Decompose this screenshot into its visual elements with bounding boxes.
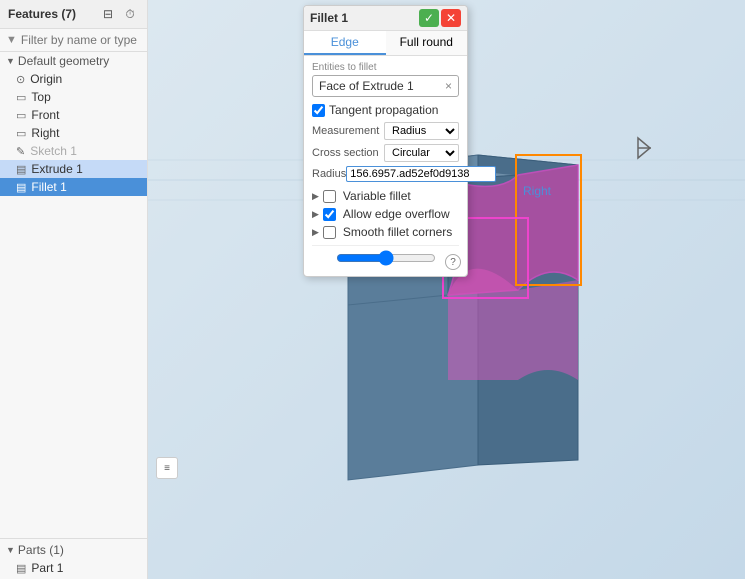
entities-value: Face of Extrude 1 (319, 79, 414, 93)
tree-item-origin[interactable]: ⊙ Origin (0, 70, 147, 88)
tree-item-part1[interactable]: ▤ Part 1 (0, 559, 147, 577)
tab-edge[interactable]: Edge (304, 31, 386, 55)
tree-item-label: Fillet 1 (31, 180, 66, 194)
radius-input[interactable] (346, 166, 496, 182)
tree-item-front[interactable]: ▭ Front (0, 106, 147, 124)
dialog-cancel-button[interactable]: ✕ (441, 9, 461, 27)
tangent-propagation-row: Tangent propagation (312, 103, 459, 117)
tab-full-round[interactable]: Full round (386, 31, 468, 55)
measurement-row: Measurement Radius Diameter (312, 122, 459, 140)
svg-text:Right: Right (523, 184, 552, 198)
part-icon: ▤ (16, 562, 26, 575)
allow-edge-overflow-row[interactable]: ▶ Allow edge overflow (312, 205, 459, 223)
origin-icon: ⊙ (16, 73, 25, 86)
tree-item-label: Sketch 1 (30, 144, 77, 158)
tree-item-label: Top (31, 90, 50, 104)
variable-fillet-row[interactable]: ▶ Variable fillet (312, 187, 459, 205)
variable-fillet-label: Variable fillet (343, 189, 411, 203)
measurement-select[interactable]: Radius Diameter (384, 122, 459, 140)
entities-label: Entities to fillet (312, 62, 459, 73)
dialog-titlebar: Fillet 1 ✓ ✕ (304, 6, 467, 31)
fillet-dialog: Fillet 1 ✓ ✕ Edge Full round Entities to… (303, 5, 468, 277)
collapse-icon[interactable]: ⊟ (99, 5, 117, 23)
cross-section-row: Cross section Circular Conic (312, 144, 459, 162)
tree-item-right[interactable]: ▭ Right (0, 124, 147, 142)
parts-section: ▼ Parts (1) ▤ Part 1 (0, 538, 147, 579)
dialog-body: Entities to fillet Face of Extrude 1 × T… (304, 56, 467, 276)
smooth-corners-checkbox[interactable] (323, 226, 336, 239)
tangent-propagation-label[interactable]: Tangent propagation (329, 103, 438, 117)
entities-remove-btn[interactable]: × (445, 79, 452, 93)
entities-box: Face of Extrude 1 × (312, 75, 459, 97)
viewport[interactable]: Right Fillet 1 ✓ ✕ Edge Full round Entit… (148, 0, 745, 579)
group-chevron: ▼ (6, 56, 15, 66)
variable-fillet-checkbox[interactable] (323, 190, 336, 203)
variable-fillet-chevron: ▶ (312, 191, 319, 202)
tree-section: ▼ Default geometry ⊙ Origin ▭ Top ▭ Fron… (0, 52, 147, 538)
viewport-toolbar: ≡ (156, 457, 178, 479)
allow-edge-overflow-checkbox[interactable] (323, 208, 336, 221)
feature-icon: ▤ (16, 163, 26, 176)
allow-edge-chevron: ▶ (312, 209, 319, 220)
tree-item-label: Front (31, 108, 59, 122)
tree-item-label: Part 1 (31, 561, 63, 575)
parts-label: ▼ Parts (1) (0, 541, 147, 559)
tangent-propagation-checkbox[interactable] (312, 104, 325, 117)
help-icon[interactable]: ? (445, 254, 461, 270)
tree-item-top[interactable]: ▭ Top (0, 88, 147, 106)
smooth-corners-chevron: ▶ (312, 227, 319, 238)
sketch-icon: ✎ (16, 145, 25, 158)
clock-icon[interactable]: ⏱ (121, 5, 139, 23)
panel-icons: ⊟ ⏱ (99, 5, 139, 23)
search-input[interactable] (21, 33, 141, 47)
fillet-slider[interactable] (336, 250, 436, 266)
filter-icon: ▼ (6, 34, 17, 46)
left-panel: Features (7) ⊟ ⏱ ▼ ▼ Default geometry ⊙ … (0, 0, 148, 579)
panel-header: Features (7) ⊟ ⏱ (0, 0, 147, 29)
feature-icon: ▤ (16, 181, 26, 194)
slider-row: ? (312, 245, 459, 270)
list-view-button[interactable]: ≡ (156, 457, 178, 479)
main-area: Right Fillet 1 ✓ ✕ Edge Full round Entit… (148, 0, 745, 579)
tree-item-label: Origin (30, 72, 62, 86)
measurement-label: Measurement (312, 125, 384, 137)
cross-section-select[interactable]: Circular Conic (384, 144, 459, 162)
cross-section-label: Cross section (312, 147, 384, 159)
radius-label: Radius (312, 168, 346, 180)
tree-item-fillet1[interactable]: ▤ Fillet 1 (0, 178, 147, 196)
tree-item-label: Extrude 1 (31, 162, 82, 176)
tree-item-label: Right (31, 126, 59, 140)
smooth-corners-label: Smooth fillet corners (343, 225, 452, 239)
parts-chevron: ▼ (6, 545, 15, 555)
tree-item-extrude1[interactable]: ▤ Extrude 1 (0, 160, 147, 178)
default-geometry-label: ▼ Default geometry (0, 52, 147, 70)
search-bar: ▼ (0, 29, 147, 52)
panel-title: Features (7) (8, 7, 99, 21)
dialog-ok-button[interactable]: ✓ (419, 9, 439, 27)
allow-edge-overflow-label: Allow edge overflow (343, 207, 450, 221)
plane-icon: ▭ (16, 127, 26, 140)
smooth-corners-row[interactable]: ▶ Smooth fillet corners (312, 223, 459, 241)
dialog-title: Fillet 1 (310, 11, 419, 25)
dialog-tabs: Edge Full round (304, 31, 467, 56)
plane-icon: ▭ (16, 91, 26, 104)
tree-item-sketch1[interactable]: ✎ Sketch 1 (0, 142, 147, 160)
plane-icon: ▭ (16, 109, 26, 122)
radius-row: Radius (312, 166, 459, 182)
